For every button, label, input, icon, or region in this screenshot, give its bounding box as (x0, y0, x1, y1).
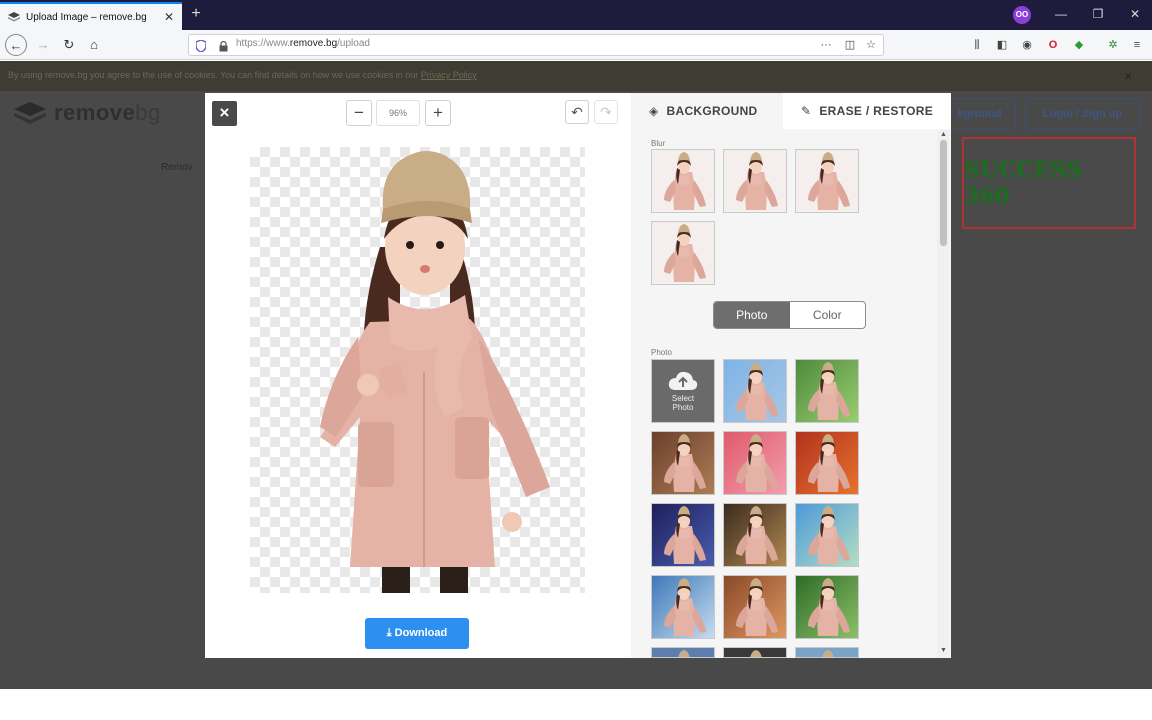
removebg-favicon-icon (8, 12, 20, 22)
tab-close-icon[interactable]: ✕ (164, 10, 174, 24)
addons-icon[interactable]: ✲ (1104, 36, 1122, 54)
cookie-close-icon[interactable]: × (1124, 68, 1132, 84)
privacy-policy-link[interactable]: Privacy Policy (421, 70, 477, 80)
photo-background-thumb[interactable] (651, 575, 715, 639)
reload-icon[interactable]: ↻ (58, 34, 80, 56)
toggle-color[interactable]: Color (790, 302, 866, 328)
download-icon: ⤓ (386, 627, 395, 639)
blur-thumb[interactable] (651, 221, 715, 285)
zoom-level: 96% (376, 100, 420, 126)
photo-background-thumb[interactable] (795, 359, 859, 423)
photo-background-thumb[interactable] (651, 503, 715, 567)
login-signup-button[interactable]: Login / Sign up (1025, 98, 1140, 130)
site-logo[interactable]: removebg (14, 100, 161, 126)
photo-background-thumb[interactable] (651, 647, 715, 658)
cutout-subject-image (320, 151, 550, 593)
sidebar-toggle-icon[interactable]: ◧ (993, 36, 1011, 54)
page-actions-icon[interactable]: ··· (817, 36, 835, 54)
extension-badge-icon[interactable]: ◆ (1070, 36, 1088, 54)
library-icon[interactable]: ⫼ (968, 36, 986, 54)
hamburger-menu-icon[interactable]: ≡ (1128, 36, 1146, 54)
download-button[interactable]: ⤓ Download (365, 618, 469, 649)
scroll-down-icon[interactable]: ▼ (940, 647, 947, 654)
tab-erase-restore[interactable]: ✎ ERASE / RESTORE (783, 93, 951, 129)
photo-background-thumb[interactable] (795, 431, 859, 495)
scroll-up-icon[interactable]: ▲ (940, 131, 947, 138)
photo-background-thumb[interactable] (795, 503, 859, 567)
profile-avatar[interactable]: OO (1013, 6, 1031, 24)
new-tab-button[interactable]: + (186, 4, 206, 24)
browser-tab[interactable]: Upload Image – remove.bg ✕ (0, 2, 182, 30)
pencil-icon: ✎ (801, 104, 812, 118)
opera-extension-icon[interactable]: O (1044, 36, 1062, 54)
cloud-upload-icon (668, 371, 698, 390)
photo-background-thumb[interactable] (723, 503, 787, 567)
pocket-icon[interactable]: ◫ (841, 36, 859, 54)
background-type-toggle: Photo Color (713, 301, 866, 329)
forward-arrow-icon[interactable]: → (32, 34, 54, 56)
back-arrow-icon[interactable]: ← (5, 34, 27, 56)
redo-icon[interactable]: ↷ (594, 100, 618, 124)
blur-thumb[interactable] (651, 149, 715, 213)
sidebar-scrollbar-thumb[interactable] (940, 140, 947, 246)
watermark-logo: SUCCESS 360 (962, 137, 1136, 229)
blur-thumb[interactable] (795, 149, 859, 213)
photo-background-thumb[interactable] (723, 575, 787, 639)
tab-background[interactable]: ◈ BACKGROUND (631, 93, 783, 129)
close-editor-button[interactable]: × (212, 101, 237, 126)
photo-background-thumb[interactable] (723, 647, 787, 658)
blur-section-label: Blur (651, 139, 666, 148)
home-icon[interactable]: ⌂ (83, 34, 105, 56)
bottom-strip (0, 689, 1152, 720)
lock-icon (219, 39, 228, 52)
photo-background-thumb[interactable] (795, 647, 859, 658)
url-text: https://www.remove.bg/upload (236, 38, 370, 49)
select-photo-button[interactable]: Select Photo (651, 359, 715, 423)
account-icon[interactable]: ◉ (1018, 36, 1036, 54)
photo-background-thumb[interactable] (795, 575, 859, 639)
layers-icon: ◈ (649, 104, 659, 118)
zoom-out-button[interactable]: − (346, 100, 372, 126)
page-partial-label: Remov (161, 162, 193, 173)
blur-thumb[interactable] (723, 149, 787, 213)
close-window-icon[interactable]: ✕ (1120, 4, 1150, 24)
minimize-icon[interactable]: — (1046, 4, 1076, 24)
photo-background-thumb[interactable] (723, 431, 787, 495)
undo-icon[interactable]: ↶ (565, 100, 589, 124)
removebg-logo-icon (14, 102, 46, 124)
upload-background-button[interactable]: kground (944, 98, 1016, 130)
photo-background-thumb[interactable] (651, 431, 715, 495)
cookie-text: By using remove.bg you agree to the use … (8, 70, 477, 80)
bookmark-star-icon[interactable]: ☆ (862, 36, 880, 54)
photo-section-label: Photo (651, 348, 672, 357)
tab-title: Upload Image – remove.bg (26, 11, 147, 23)
restore-window-icon[interactable]: ❐ (1083, 4, 1113, 24)
photo-background-thumb[interactable] (723, 359, 787, 423)
zoom-in-button[interactable]: + (425, 100, 451, 126)
tracking-shield-icon[interactable] (195, 39, 207, 53)
toggle-photo[interactable]: Photo (714, 302, 790, 328)
